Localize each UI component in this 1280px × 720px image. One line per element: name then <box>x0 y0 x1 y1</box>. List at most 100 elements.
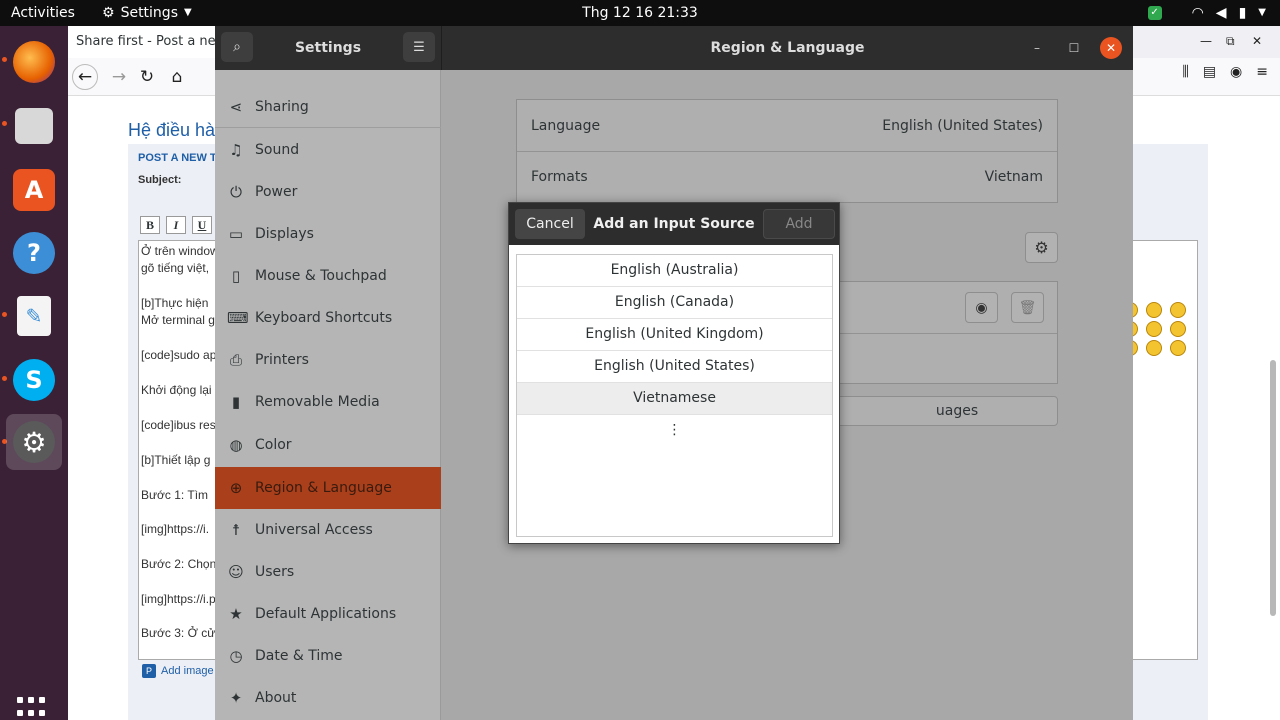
activities-button[interactable]: Activities <box>11 0 75 26</box>
accessibility-icon: ☨ <box>231 521 241 539</box>
close-button[interactable]: ✕ <box>1100 37 1122 59</box>
dock-software[interactable]: A <box>6 162 62 218</box>
help-icon: ? <box>13 232 55 274</box>
remove-button[interactable]: 🗑 <box>1011 292 1044 323</box>
underline-button[interactable]: U <box>192 216 212 234</box>
sidebar-item-label: Mouse & Touchpad <box>255 268 387 284</box>
sidebar-item-displays[interactable]: ▭ Displays <box>215 213 441 255</box>
smiley-icon[interactable] <box>1170 340 1186 356</box>
bold-button[interactable]: B <box>140 216 160 234</box>
sidebar-item-label: Region & Language <box>255 480 392 496</box>
settings-headerbar: Settings ⌕ ☰ Region & Language – ☐ ✕ <box>215 26 1133 70</box>
sidebar-icon[interactable]: ▤ <box>1203 64 1216 80</box>
sidebar-item-region-language[interactable]: ⊕ Region & Language <box>215 467 441 509</box>
show-applications-icon[interactable] <box>17 697 51 720</box>
library-icon[interactable]: ⫼ <box>1182 64 1188 80</box>
color-icon: ◍ <box>229 436 243 454</box>
language-label: Language <box>531 117 601 134</box>
star-icon: ★ <box>229 605 243 623</box>
list-item[interactable]: Vietnamese <box>517 383 832 415</box>
battery-icon: ▮ <box>1238 5 1247 21</box>
account-icon[interactable]: ◉ <box>1230 64 1242 80</box>
eye-icon: ◉ <box>975 299 988 316</box>
smiley-icon[interactable] <box>1146 302 1162 318</box>
list-item[interactable]: English (Australia) <box>517 255 832 287</box>
preview-button[interactable]: ◉ <box>965 292 998 323</box>
sidebar-item-color[interactable]: ◍ Color <box>215 424 441 466</box>
dialog-header: Cancel Add an Input Source Add <box>509 203 839 245</box>
firefox-icon <box>13 41 55 83</box>
text-line: Khởi động lại <box>141 383 212 397</box>
hamburger-menu-icon[interactable]: ≡ <box>1256 64 1268 80</box>
home-icon[interactable]: ⌂ <box>164 64 190 90</box>
search-button[interactable]: ⌕ <box>221 32 253 62</box>
cancel-button[interactable]: Cancel <box>515 209 585 239</box>
add-button[interactable]: Add <box>763 209 835 239</box>
system-tray[interactable]: ✓ ◠ ◀ ▮ ▼ <box>1147 0 1266 26</box>
add-input-source-dialog: Cancel Add an Input Source Add English (… <box>508 202 840 544</box>
sidebar-item-mouse-touchpad[interactable]: ▯ Mouse & Touchpad <box>215 255 441 297</box>
maximize-icon[interactable]: ⧉ <box>1226 34 1235 49</box>
sidebar-item-printers[interactable]: ⎙ Printers <box>215 339 441 381</box>
power-icon: ⏻ <box>230 183 242 201</box>
list-item[interactable]: English (United Kingdom) <box>517 319 832 351</box>
add-image-link[interactable]: P Add image <box>142 664 214 678</box>
smiley-icon[interactable] <box>1170 321 1186 337</box>
text-line: [code]sudo ap <box>141 348 217 362</box>
formats-row[interactable]: Formats Vietnam <box>517 151 1057 202</box>
forward-icon[interactable]: → <box>106 64 132 90</box>
text-line: Bước 3: Ở cử <box>141 626 216 640</box>
browser-tab[interactable]: Share first - Post a new <box>68 26 218 58</box>
sidebar-item-label: Power <box>255 184 298 200</box>
clock[interactable]: Thg 12 16 21:33 <box>582 5 698 21</box>
add-image-label: Add image <box>161 665 214 677</box>
dock-skype[interactable]: S <box>6 352 62 408</box>
toolbar-right: ⫼ ▤ ◉ ≡ <box>1182 64 1268 80</box>
smiley-icon[interactable] <box>1146 321 1162 337</box>
italic-button[interactable]: I <box>166 216 186 234</box>
language-value: English (United States) <box>882 117 1043 134</box>
list-item[interactable]: English (Canada) <box>517 287 832 319</box>
smiley-icon[interactable] <box>1146 340 1162 356</box>
sidebar-item-power[interactable]: ⏻ Power <box>215 171 441 213</box>
dialog-title: Add an Input Source <box>593 216 755 232</box>
sidebar-item-date-time[interactable]: ◷ Date & Time <box>215 635 441 677</box>
text-line: [img]https://i.p <box>141 592 216 606</box>
dock-help[interactable]: ? <box>6 225 62 281</box>
sidebar-item-label: Users <box>255 564 295 580</box>
sidebar-item-label: Default Applications <box>255 606 397 622</box>
check-icon[interactable]: ✓ <box>1147 6 1162 20</box>
dock-firefox[interactable] <box>6 34 62 90</box>
input-options-button[interactable]: ⚙ <box>1025 232 1058 263</box>
wifi-icon: ◠ <box>1191 5 1204 21</box>
menu-button[interactable]: ☰ <box>403 32 435 62</box>
software-store-icon: A <box>13 169 55 211</box>
maximize-button[interactable]: ☐ <box>1063 37 1085 59</box>
page-scrollbar[interactable] <box>1270 360 1276 616</box>
sidebar-item-about[interactable]: ✦ About <box>215 677 441 719</box>
sidebar-item-users[interactable]: ☺ Users <box>215 551 441 593</box>
dock: A ? ✎ S ⚙ <box>0 26 68 720</box>
sidebar-item-default-applications[interactable]: ★ Default Applications <box>215 593 441 635</box>
text-line: [b]Thiết lập g <box>141 453 211 467</box>
sidebar-item-sound[interactable]: ♫ Sound <box>215 129 441 171</box>
back-icon[interactable]: ← <box>72 64 98 90</box>
dock-settings[interactable]: ⚙ <box>6 414 62 470</box>
reload-icon[interactable]: ↻ <box>134 64 160 90</box>
minimize-button[interactable]: – <box>1026 37 1048 59</box>
more-options-icon[interactable]: ⋮ <box>517 415 832 445</box>
gear-icon: ⚙ <box>1034 238 1049 257</box>
sidebar-item-keyboard-shortcuts[interactable]: ⌨ Keyboard Shortcuts <box>215 297 441 339</box>
dock-text-editor[interactable]: ✎ <box>6 288 62 344</box>
smiley-icon[interactable] <box>1170 302 1186 318</box>
app-menu[interactable]: ⚙ Settings ▼ <box>102 0 192 26</box>
close-icon[interactable]: ✕ <box>1252 34 1262 48</box>
minimize-icon[interactable]: — <box>1200 34 1212 48</box>
language-row[interactable]: Language English (United States) <box>517 100 1057 151</box>
sidebar-item-universal-access[interactable]: ☨ Universal Access <box>215 509 441 551</box>
post-label: POST A NEW TO <box>138 152 225 164</box>
dock-files[interactable] <box>6 98 62 154</box>
sidebar-item-sharing[interactable]: ⋖ Sharing <box>215 86 441 128</box>
sidebar-item-removable-media[interactable]: ▮ Removable Media <box>215 381 441 423</box>
list-item[interactable]: English (United States) <box>517 351 832 383</box>
